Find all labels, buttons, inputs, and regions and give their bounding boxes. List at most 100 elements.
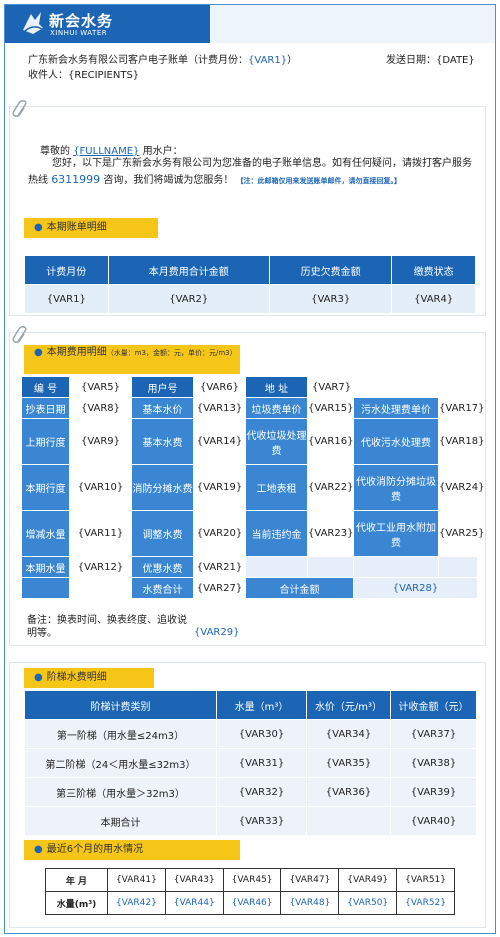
volume-cell: {VAR50} <box>338 891 398 915</box>
detail-empty-cell <box>437 556 479 578</box>
month-row-label: 年 月 <box>45 868 108 892</box>
summary-label: ● 本期账单明细 <box>24 218 158 238</box>
tier-table: 阶梯计费类别 水量（m³） 水价（元/m³） 计收金额（元） 第一阶梯（用水量≤… <box>24 690 477 836</box>
detail-value-cell: {VAR15} <box>307 397 354 419</box>
detail-value-cell: {VAR22} <box>307 464 354 511</box>
tier-header-cell: 阶梯计费类别 <box>24 690 217 720</box>
tier-cell: {VAR32} <box>216 777 307 807</box>
detail-value-cell: {VAR6} <box>193 376 246 398</box>
greeting-body: 您好，以下是广东新会水务有限公司为您准备的电子账单信息。如有任何疑问，请拨打客户… <box>28 156 478 189</box>
month-cell: {VAR45} <box>222 868 282 892</box>
detail-value-cell: {VAR24} <box>437 464 484 511</box>
tier-cell <box>306 806 391 836</box>
detail-label-cell: 调整水费 <box>131 510 194 557</box>
recent-label-text: 最近6个月的用水情况 <box>46 844 144 855</box>
detail-label-cell: 编 号 <box>21 376 70 398</box>
brand-name-cn: 新会水务 <box>49 12 114 30</box>
summary-header-cell: 本月费用合计金额 <box>107 255 270 285</box>
greeting-body-text-2: 咨询，我们将竭诚为您服务！ <box>103 175 234 186</box>
detail-value-cell: {VAR25} <box>437 510 484 557</box>
memo-text: 备注：换表时间、换表终度、追收说明等。 <box>27 615 187 639</box>
detail-label-cell: 污水处理费单价 <box>353 397 439 419</box>
recent-usage-table: 年 月 {VAR41} {VAR43} {VAR45} {VAR47} {VAR… <box>45 868 455 915</box>
detail-value-cell: {VAR19} <box>193 464 246 511</box>
paperclip-icon <box>12 100 27 118</box>
bill-title-prefix: 广东新会水务有限公司客户电子账单（计费月份： <box>28 55 248 66</box>
detail-label-cell: 基本水价 <box>131 397 194 419</box>
memo-var: {VAR29} <box>194 627 240 638</box>
detail-empty-cell <box>69 577 132 599</box>
tier-cell: 第三阶梯（用水量＞32m3） <box>24 777 217 807</box>
water-drop-logo-icon <box>23 12 43 34</box>
detail-label-cell: 工地表租 <box>245 464 308 511</box>
tier-cell: {VAR37} <box>390 719 477 749</box>
brand-logo-block: 新会水务 XINHUI WATER <box>5 5 210 43</box>
total-water-value: {VAR27} <box>193 577 246 599</box>
month-cell: {VAR51} <box>396 868 455 892</box>
tier-cell: {VAR40} <box>390 806 477 836</box>
bullet-icon: ● <box>34 347 43 358</box>
detail-label-cell: 本期行度 <box>21 464 70 511</box>
detail-empty-cell <box>21 577 70 599</box>
bullet-icon: ● <box>34 844 43 855</box>
detail-label-unit: （水量：m3，金额：元，单价：元/m3） <box>106 349 237 357</box>
tier-cell: {VAR35} <box>306 748 391 778</box>
bullet-icon: ● <box>34 672 43 683</box>
detail-value-cell: {VAR5} <box>69 376 132 398</box>
detail-value-cell: {VAR18} <box>437 418 484 465</box>
tier-header-cell: 计收金额（元） <box>390 690 477 720</box>
detail-value-cell: {VAR12} <box>69 556 132 578</box>
volume-cell: {VAR44} <box>164 891 224 915</box>
detail-empty-cell <box>353 556 439 578</box>
recipients: 收件人：{RECIPIENTS} <box>28 70 140 81</box>
detail-value-cell: {VAR23} <box>307 510 354 557</box>
summary-table: 计费月份 本月费用合计金额 历史欠费金额 缴费状态 {VAR1} {VAR2} … <box>24 255 476 314</box>
detail-label-cell: 基本水费 <box>131 418 194 465</box>
detail-value-cell: {VAR7} <box>306 376 479 398</box>
summary-header-cell: 计费月份 <box>24 255 109 285</box>
detail-label-cell: 代收消防分摊垃圾费 <box>353 464 439 511</box>
detail-label-cell: 用户号 <box>131 376 194 398</box>
tier-label: ● 阶梯水费明细 <box>24 668 154 688</box>
bill-title-suffix: ） <box>287 55 298 66</box>
total-amount-label: 合计金额 <box>245 577 354 599</box>
recent-label: ● 最近6个月的用水情况 <box>24 840 240 860</box>
summary-header-cell: 历史欠费金额 <box>268 255 393 285</box>
tier-cell: {VAR34} <box>306 719 391 749</box>
detail-empty-cell <box>245 556 308 578</box>
volume-cell: {VAR42} <box>107 891 166 915</box>
month-cell: {VAR47} <box>280 868 340 892</box>
detail-label-cell: 当前违约金 <box>245 510 308 557</box>
tier-cell: 第二阶梯（24＜用水量≤32m3） <box>24 748 217 778</box>
tier-header-cell: 水价（元/m³） <box>306 690 391 720</box>
detail-label-cell: 地 址 <box>245 376 308 398</box>
detail-value-cell: {VAR21} <box>193 556 246 578</box>
summary-value-cell: {VAR1} <box>24 284 109 314</box>
summary-value-cell: {VAR3} <box>268 284 393 314</box>
detail-value-cell: {VAR17} <box>437 397 484 419</box>
bill-title: 广东新会水务有限公司客户电子账单（计费月份：{VAR1}） <box>28 51 297 66</box>
detail-label-cell: 消防分摊水费 <box>131 464 194 511</box>
detail-label-cell: 上期行度 <box>21 418 70 465</box>
volume-row-label: 水量(m³) <box>45 891 108 915</box>
tier-cell: {VAR39} <box>390 777 477 807</box>
tier-cell: 本期合计 <box>24 806 217 836</box>
paperclip-icon <box>12 326 27 344</box>
tier-cell: {VAR30} <box>216 719 307 749</box>
summary-value-cell: {VAR2} <box>107 284 270 314</box>
detail-value-cell: {VAR10} <box>69 464 132 511</box>
detail-value-cell: {VAR13} <box>193 397 246 419</box>
send-date: 发送日期：{DATE} <box>386 55 475 66</box>
detail-label-cell: 优惠水费 <box>131 556 194 578</box>
detail-empty-cell <box>307 556 354 578</box>
detail-value-cell: {VAR20} <box>193 510 246 557</box>
tier-cell: {VAR38} <box>390 748 477 778</box>
tier-cell: {VAR36} <box>306 777 391 807</box>
month-cell: {VAR43} <box>164 868 224 892</box>
detail-label-cell: 垃圾费单价 <box>245 397 308 419</box>
detail-label-cell: 本期水量 <box>21 556 70 578</box>
total-amount-value: {VAR28} <box>352 577 479 599</box>
summary-value-cell: {VAR4} <box>391 284 476 314</box>
detail-value-cell: {VAR11} <box>69 510 132 557</box>
volume-cell: {VAR46} <box>222 891 282 915</box>
